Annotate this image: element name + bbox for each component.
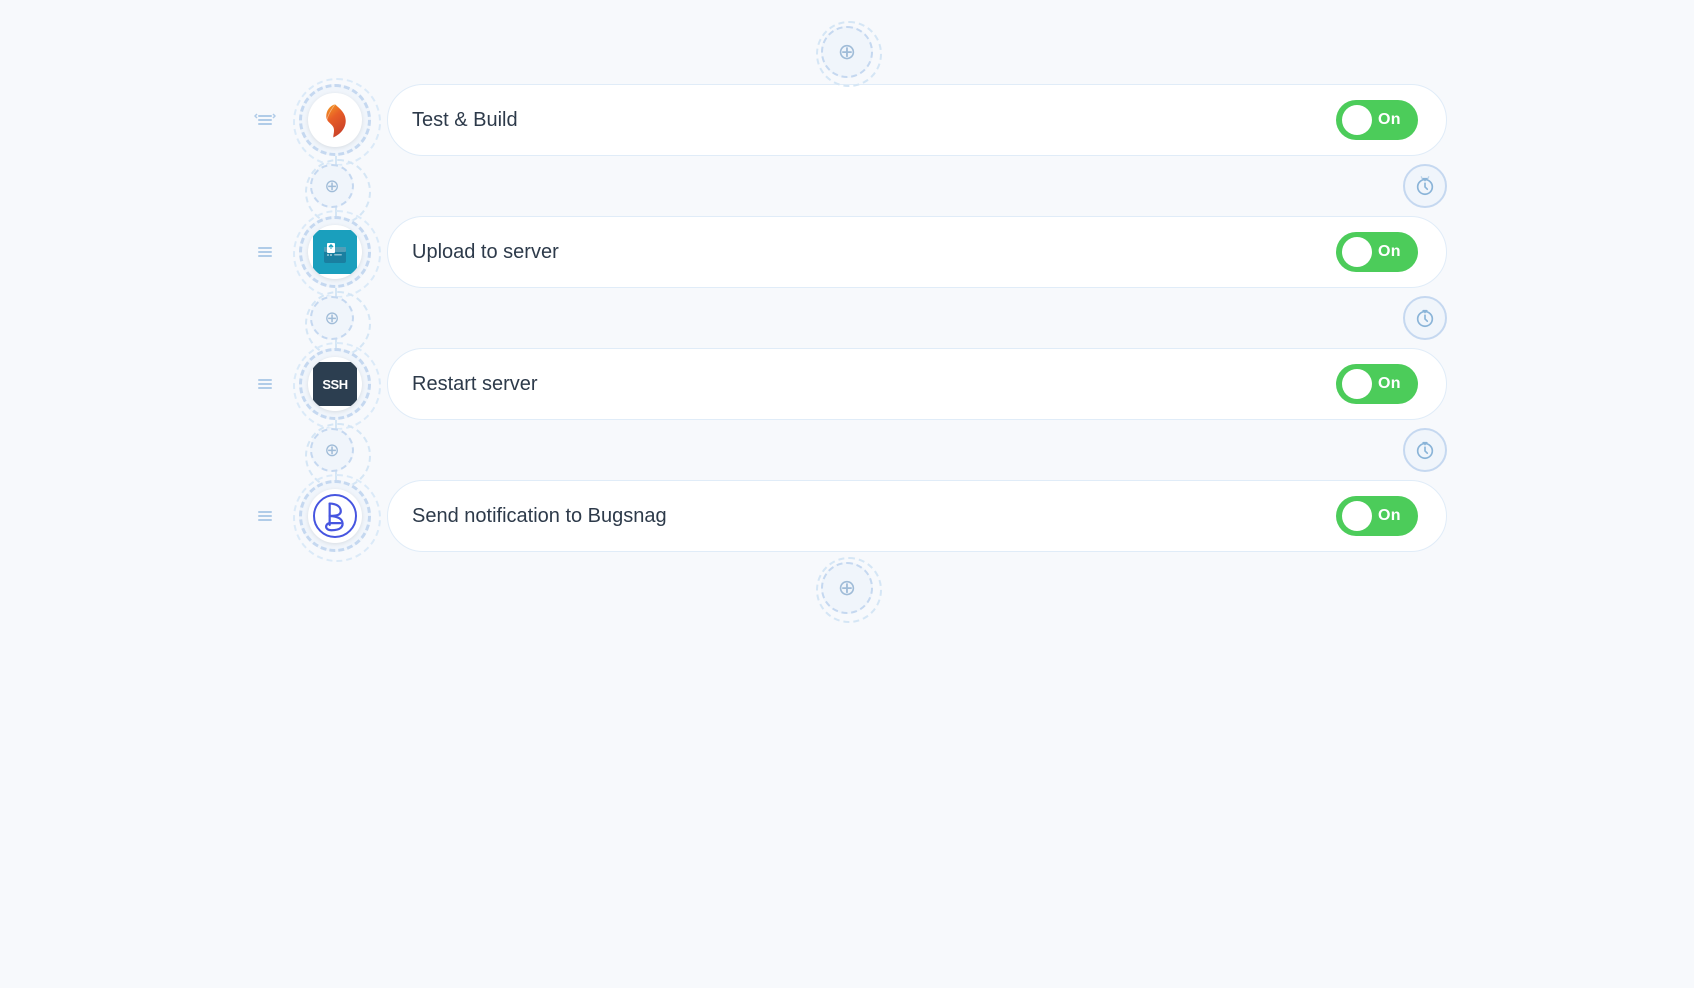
step-icon-restart: SSH <box>299 348 371 420</box>
connector-add-2: ⊕ <box>310 296 354 340</box>
step-row-test-build: Test & Build On <box>247 84 1447 156</box>
toggle-label-test-build: On <box>1378 111 1401 129</box>
step-row-restart: SSH Restart server On <box>247 348 1447 420</box>
toggle-knob-bugsnag <box>1342 501 1372 531</box>
toggle-test-build[interactable]: On <box>1336 100 1418 140</box>
add-step-button-2[interactable]: ⊕ <box>310 296 354 340</box>
drag-handle-test-build[interactable] <box>247 102 283 138</box>
toggle-knob-upload <box>1342 237 1372 267</box>
add-step-button-bottom[interactable]: ⊕ <box>821 562 873 614</box>
drag-handle-bugsnag[interactable] <box>247 498 283 534</box>
plus-icon: ⊕ <box>838 39 856 65</box>
toggle-knob-restart <box>1342 369 1372 399</box>
toggle-knob-test-build <box>1342 105 1372 135</box>
connector-add-3: ⊕ <box>310 428 354 472</box>
step-icon-bugsnag <box>299 480 371 552</box>
plus-icon-1: ⊕ <box>324 176 339 197</box>
toggle-bugsnag[interactable]: On <box>1336 496 1418 536</box>
timer-button-1[interactable] <box>1403 164 1447 208</box>
step-label-test-build: Test & Build <box>412 109 518 132</box>
bugsnag-icon <box>313 494 357 538</box>
plus-icon-2: ⊕ <box>324 308 339 329</box>
step-row-upload: Upload to server On <box>247 216 1447 288</box>
step-label-bugsnag: Send notification to Bugsnag <box>412 505 667 528</box>
connector-row-1: ⊕ <box>247 156 1447 216</box>
step-card-upload: Upload to server On <box>387 216 1447 288</box>
add-step-button-top[interactable]: ⊕ <box>821 26 873 78</box>
step-icon-test-build <box>299 84 371 156</box>
step-icon-upload <box>299 216 371 288</box>
toggle-label-bugsnag: On <box>1378 507 1401 525</box>
add-step-button-3[interactable]: ⊕ <box>310 428 354 472</box>
drag-handle-restart[interactable] <box>247 366 283 402</box>
ssh-icon: SSH <box>313 362 357 406</box>
upload-icon <box>313 230 357 274</box>
step-label-restart: Restart server <box>412 373 538 396</box>
pipeline-container: ⊕ <box>247 20 1447 620</box>
toggle-restart[interactable]: On <box>1336 364 1418 404</box>
add-step-button-1[interactable]: ⊕ <box>310 164 354 208</box>
toggle-label-restart: On <box>1378 375 1401 393</box>
timer-button-2[interactable] <box>1403 296 1447 340</box>
step-label-upload: Upload to server <box>412 241 559 264</box>
connector-timer-2 <box>1403 296 1447 340</box>
step-card-bugsnag: Send notification to Bugsnag On <box>387 480 1447 552</box>
connector-timer-3 <box>1403 428 1447 472</box>
step-card-restart: Restart server On <box>387 348 1447 420</box>
plus-icon-bottom: ⊕ <box>838 575 856 601</box>
connector-add-1: ⊕ <box>310 164 354 208</box>
step-row-bugsnag: Send notification to Bugsnag On <box>247 480 1447 552</box>
toggle-upload[interactable]: On <box>1336 232 1418 272</box>
toggle-label-upload: On <box>1378 243 1401 261</box>
plus-icon-3: ⊕ <box>324 440 339 461</box>
timer-button-3[interactable] <box>1403 428 1447 472</box>
connector-row-2: ⊕ <box>247 288 1447 348</box>
connector-timer-1 <box>1403 164 1447 208</box>
connector-row-3: ⊕ <box>247 420 1447 480</box>
step-card-test-build: Test & Build On <box>387 84 1447 156</box>
drag-handle-upload[interactable] <box>247 234 283 270</box>
